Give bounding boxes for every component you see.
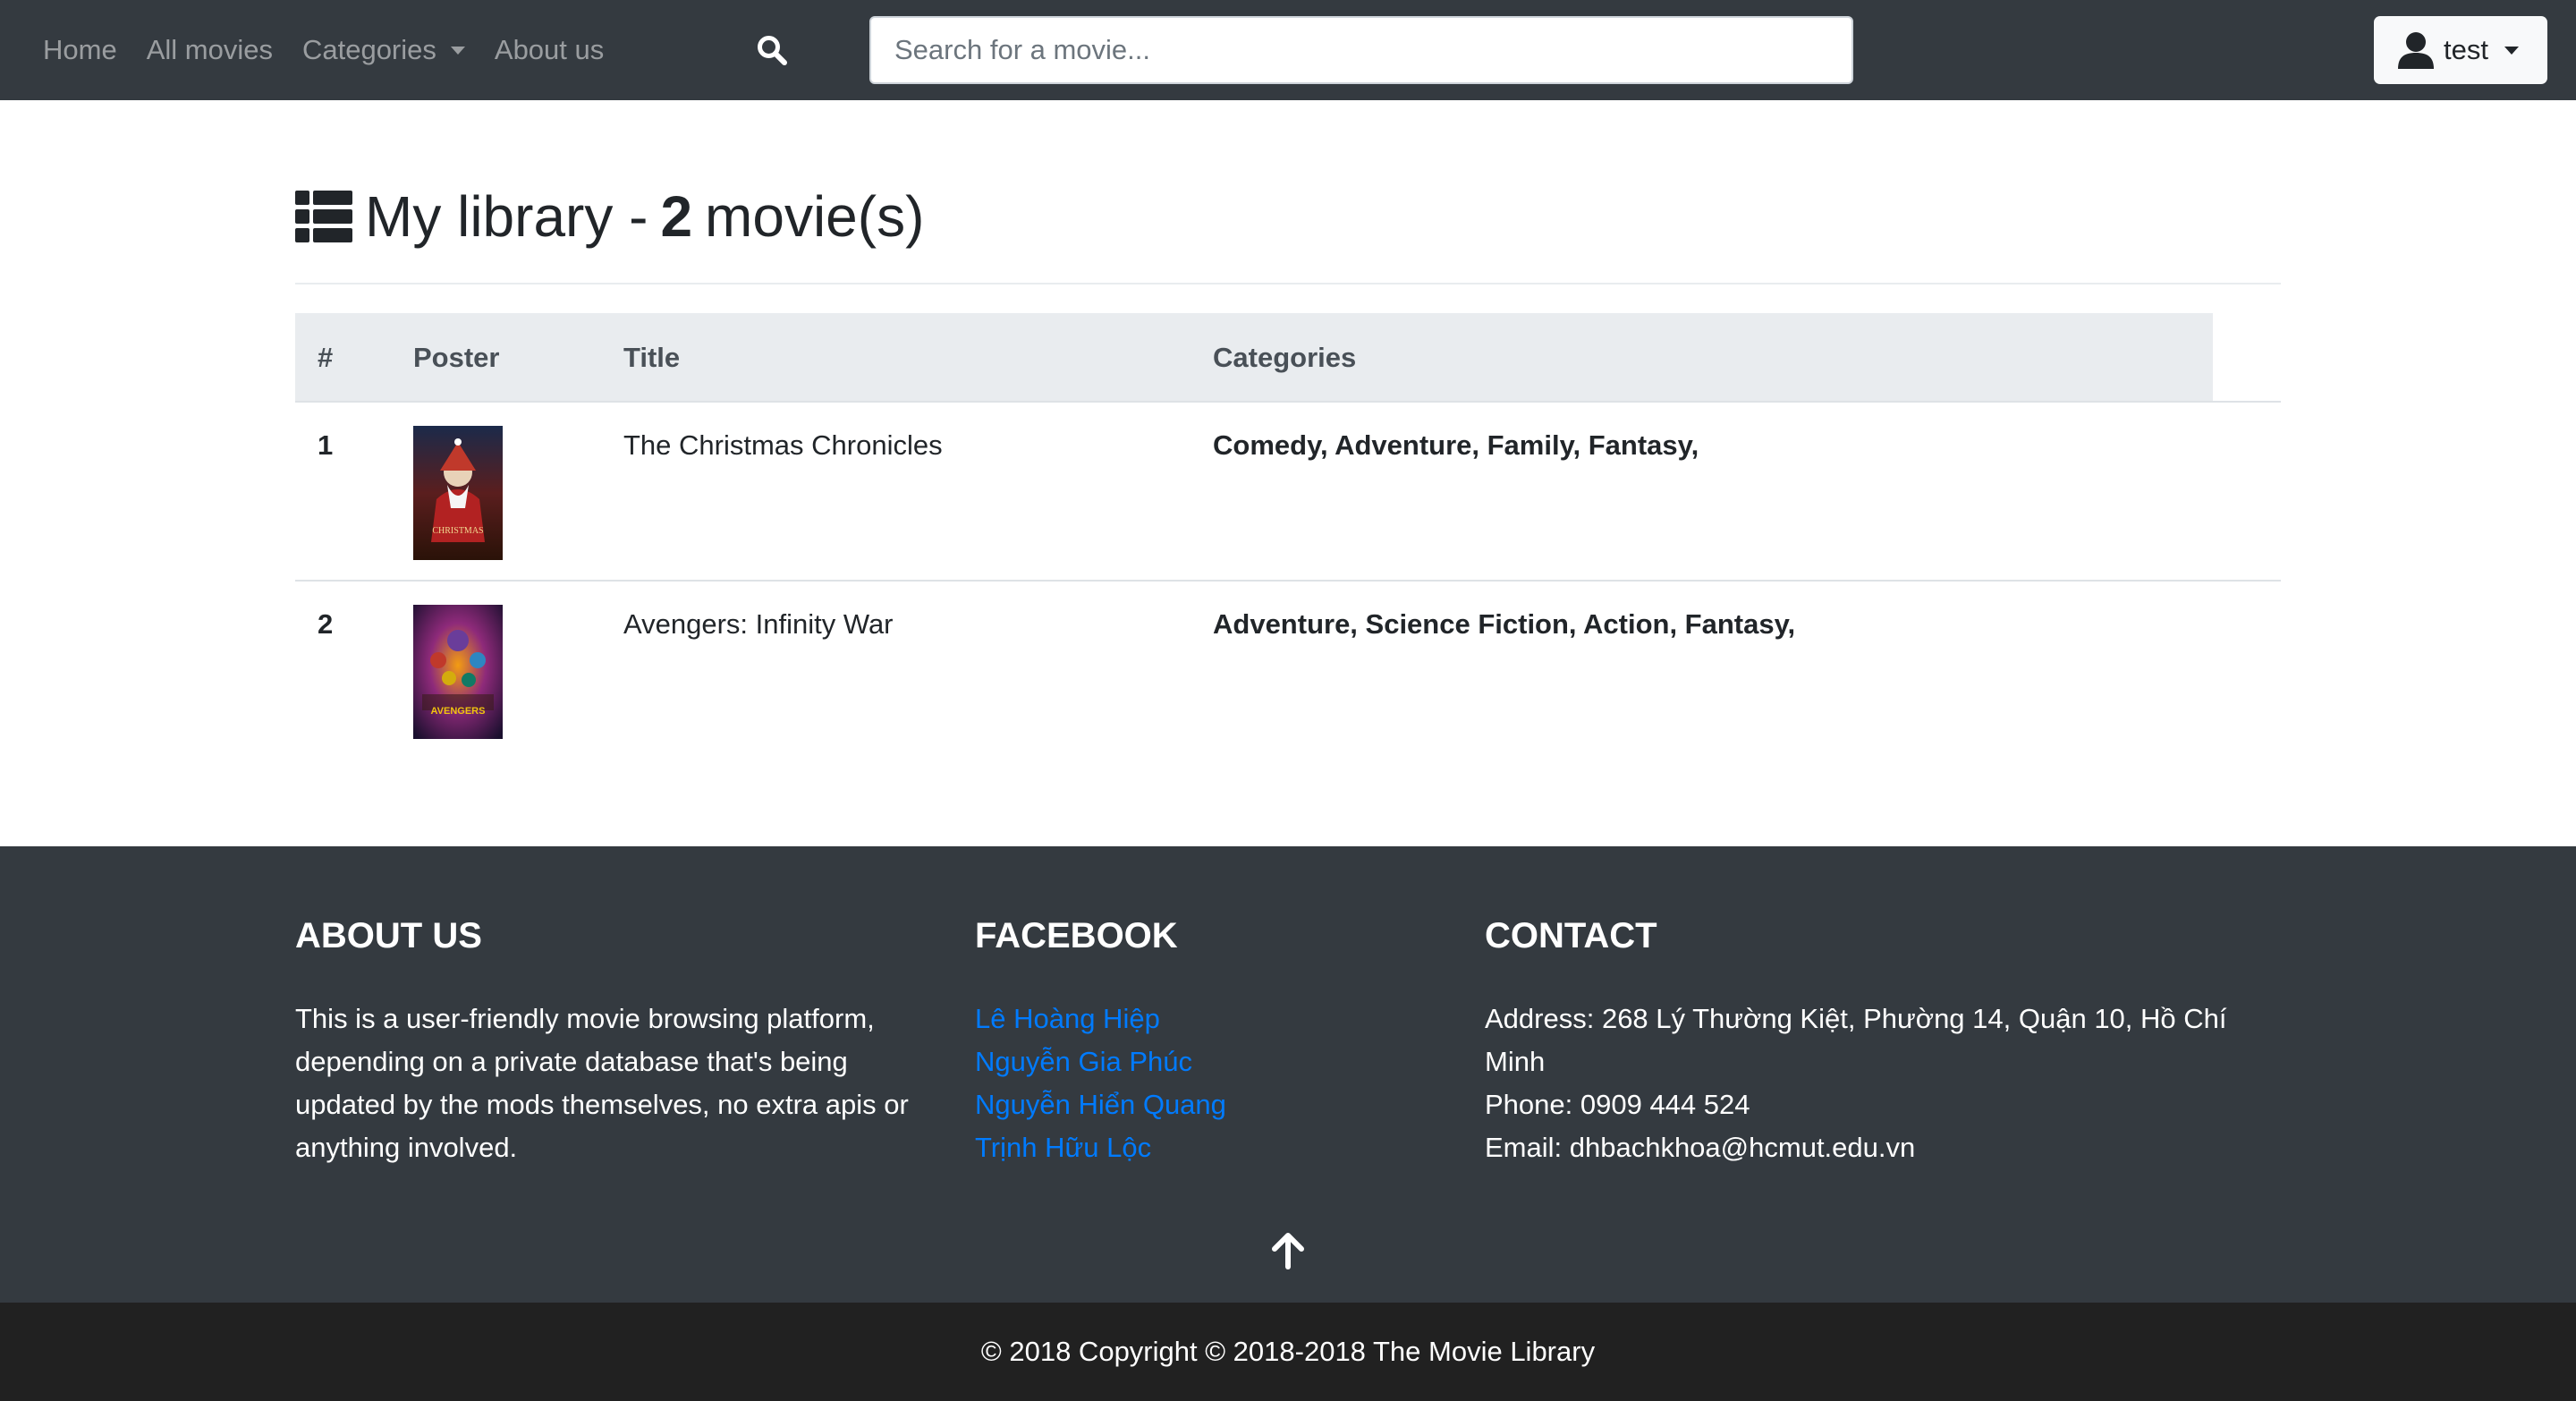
footer-facebook-section: Facebook Lê Hoàng Hiệp Nguyễn Gia Phúc N… [975,916,1422,1169]
arrow-up-icon[interactable] [1270,1231,1306,1270]
movie-poster[interactable]: CHRISTMAS [413,426,503,560]
nav-home-link[interactable]: Home [43,34,117,66]
user-icon [2398,32,2434,69]
svg-text:AVENGERS: AVENGERS [431,706,486,717]
facebook-link[interactable]: Nguyễn Gia Phúc [975,1040,1422,1083]
row-number: 1 [318,429,334,461]
navbar: Home All movies Categories About us test [0,0,2576,100]
svg-text:CHRISTMAS: CHRISTMAS [432,526,483,536]
table-row: 2 AVENGERS Avengers: Infinity War Advent… [295,582,2281,760]
table-header: # Poster Title Categories [295,313,2213,403]
movie-title: Avengers: Infinity War [623,608,894,640]
contact-address: Address: 268 Lý Thường Kiệt, Phường 14, … [1485,1003,2227,1077]
footer-facebook-heading: Facebook [975,916,1178,955]
footer: About us This is a user-friendly movie b… [0,846,2576,1303]
poster-image: CHRISTMAS [413,426,503,560]
footer-contact-section: Contact Address: 268 Lý Thường Kiệt, Phư… [1485,916,2281,1169]
chevron-down-icon [2504,46,2519,55]
footer-about-text: This is a user-friendly movie browsing p… [295,1003,909,1163]
table-row: 1 CHRISTMAS The Christmas Chronicles Com… [295,403,2281,582]
page-title-suffix: movie(s) [705,184,925,249]
poster-image: AVENGERS [413,605,503,739]
page-title: My library - 2 movie(s) [295,183,924,250]
title-divider [295,283,2281,284]
search-icon[interactable] [756,34,788,66]
nav-links: Home All movies Categories About us [43,0,633,100]
movie-count: 2 [660,184,693,249]
nav-categories-dropdown[interactable]: Categories [302,34,465,66]
list-icon [295,191,352,242]
page-title-prefix: My library - [365,184,648,249]
nav-categories-label: Categories [301,34,436,65]
column-header-categories: Categories [1213,342,1357,373]
nav-all-movies-link[interactable]: All movies [147,34,273,66]
nav-about-link[interactable]: About us [495,34,604,66]
movie-categories: Adventure, Science Fiction, Action, Fant… [1213,608,1796,640]
column-header-number: # [318,342,334,373]
row-number: 2 [318,608,334,640]
movie-categories: Comedy, Adventure, Family, Fantasy, [1213,429,1699,461]
contact-phone: Phone: 0909 444 524 [1485,1089,1750,1120]
column-header-poster: Poster [413,342,500,373]
user-menu-button[interactable]: test [2374,16,2547,84]
movie-title: The Christmas Chronicles [623,429,943,461]
footer-contact-heading: Contact [1485,916,1657,955]
facebook-link[interactable]: Nguyễn Hiển Quang [975,1083,1422,1126]
footer-about-section: About us This is a user-friendly movie b… [295,916,939,1169]
chevron-down-icon [450,47,465,55]
copyright-bar: © 2018 Copyright © 2018-2018 The Movie L… [0,1303,2576,1401]
user-name: test [2444,34,2488,65]
facebook-link[interactable]: Trịnh Hữu Lộc [975,1126,1422,1169]
contact-email: Email: dhbachkhoa@hcmut.edu.vn [1485,1132,1916,1163]
search-input[interactable] [869,16,1853,84]
footer-about-heading: About us [295,916,482,955]
facebook-link[interactable]: Lê Hoàng Hiệp [975,998,1422,1040]
movie-poster[interactable]: AVENGERS [413,605,503,739]
column-header-title: Title [623,342,681,373]
